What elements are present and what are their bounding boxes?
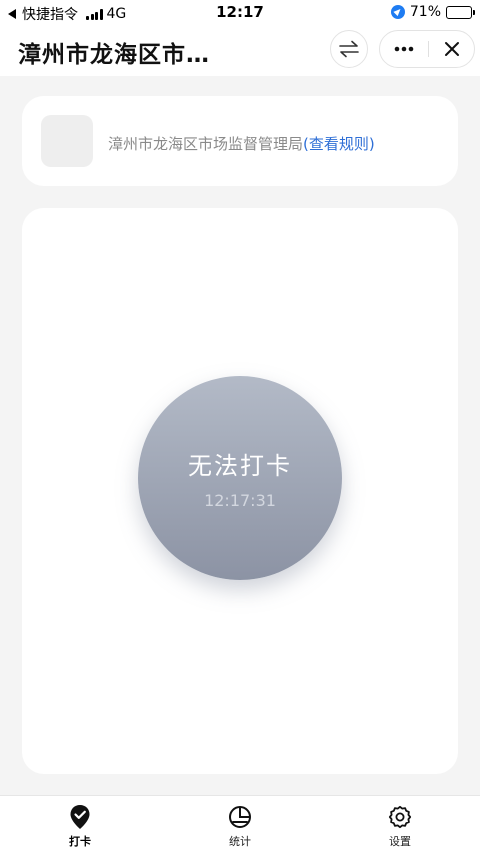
navigation-header: 漳州市龙海区市… [0, 24, 480, 76]
punch-card: 无法打卡 12:17:31 [22, 208, 458, 774]
location-arrow-icon [390, 5, 405, 19]
gear-icon [388, 805, 412, 829]
close-icon [445, 42, 459, 56]
punch-button[interactable]: 无法打卡 12:17:31 [138, 376, 342, 580]
close-button[interactable] [429, 31, 475, 67]
more-button[interactable] [380, 31, 428, 67]
switch-button[interactable] [330, 30, 368, 68]
more-dots-icon [394, 46, 414, 52]
status-right: 71% [390, 4, 475, 20]
status-bar: 快捷指令 4G 12:17 71% [0, 0, 480, 24]
pie-chart-icon [229, 806, 251, 828]
bottom-tab-bar: 打卡 统计 设置 [0, 795, 480, 853]
organization-logo [41, 115, 93, 167]
tab-settings-label: 设置 [389, 835, 411, 848]
tab-punch[interactable]: 打卡 [40, 804, 120, 853]
tab-statistics-label: 统计 [229, 835, 251, 848]
mini-program-capsule [379, 30, 475, 68]
battery-icon [446, 5, 475, 19]
tab-punch-label: 打卡 [69, 835, 91, 848]
tab-settings[interactable]: 设置 [360, 804, 440, 853]
tab-statistics[interactable]: 统计 [200, 804, 280, 853]
organization-line: 漳州市龙海区市场监督管理局(查看规则) [108, 133, 375, 154]
location-check-icon [70, 805, 90, 829]
view-rules-link[interactable]: (查看规则) [303, 135, 375, 153]
page-title: 漳州市龙海区市… [18, 42, 210, 68]
punch-clock: 12:17:31 [204, 491, 276, 510]
organization-card: 漳州市龙海区市场监督管理局(查看规则) [22, 96, 458, 186]
battery-percent: 71% [409, 4, 441, 20]
punch-status-label: 无法打卡 [188, 452, 292, 480]
switch-arrows-icon [339, 40, 359, 58]
organization-name: 漳州市龙海区市场监督管理局 [108, 135, 304, 153]
